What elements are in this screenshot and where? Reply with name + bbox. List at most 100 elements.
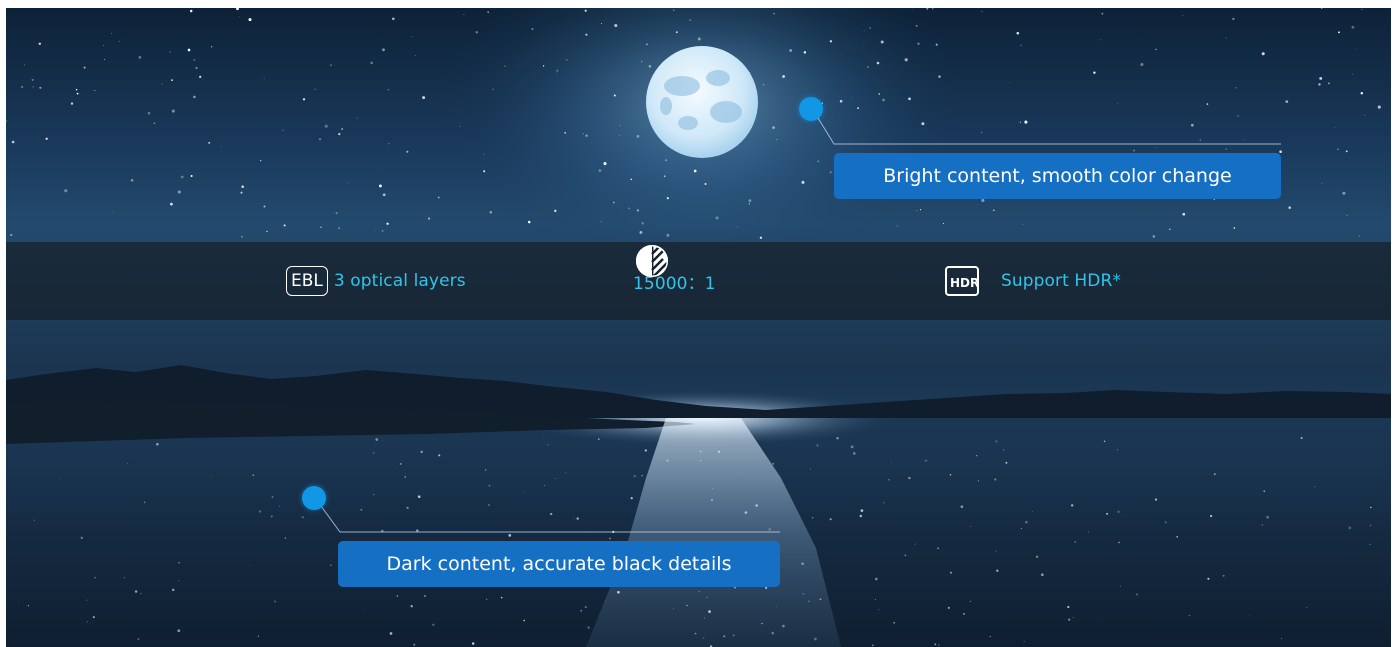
sparkle [914,543,916,545]
sparkle [140,592,142,595]
star [94,89,96,92]
sparkle [699,459,702,462]
sparkle [1369,524,1372,527]
sparkle [360,508,363,511]
sparkle [27,605,29,607]
sparkle [960,505,964,509]
sparkle [1222,574,1225,577]
sparkle [1116,449,1118,451]
sparkle [776,606,778,607]
star [195,66,198,70]
star [619,125,621,126]
star [75,88,78,91]
star [489,210,493,214]
star [31,78,34,81]
star [863,40,865,42]
star [565,58,568,61]
sparkle [883,502,885,504]
star [636,209,639,212]
star [1352,73,1354,75]
star [829,40,833,43]
star [981,10,983,12]
star [193,95,196,99]
star [112,211,114,213]
star [556,73,557,75]
star [427,217,431,220]
star [302,98,306,101]
star [614,23,618,28]
sparkle [1263,490,1266,493]
star [554,209,557,213]
sparkle [924,459,928,462]
sparkle [524,492,526,494]
star [1233,227,1236,229]
star [1021,223,1023,225]
sparkle [712,487,714,489]
star [413,239,415,241]
sparkle [329,564,332,567]
star [318,138,322,141]
sparkle [641,475,643,477]
sparkle [488,484,491,487]
star [636,134,640,138]
sparkle [580,609,583,612]
sparkle [699,450,702,453]
star [1140,62,1144,67]
feature-ebl: EBL 3 optical layers [286,242,466,320]
sparkle [417,495,421,499]
star [324,124,328,128]
sparkle [703,637,705,639]
sparkle [554,478,556,479]
sparkle [836,437,839,440]
sparkle [373,452,375,454]
star [857,107,859,109]
star [6,120,8,122]
sparkle [963,613,965,615]
sparkle [768,527,772,531]
star [675,31,678,34]
star [556,69,559,72]
contrast-icon [635,244,669,278]
sparkle [210,476,212,477]
sparkle [396,595,399,597]
star [260,160,262,162]
sparkle [969,600,972,603]
star [381,230,384,232]
star [1237,115,1239,117]
sparkle [812,517,814,519]
star [370,61,373,65]
sparkle [565,472,567,474]
star [483,153,485,155]
sparkle [604,601,606,603]
star [630,178,632,181]
sparkle [782,624,785,628]
sparkle [989,635,991,638]
star [880,40,884,44]
sparkle [587,626,590,629]
sparkle [1213,473,1216,476]
sparkle [59,477,61,479]
sparkle [438,454,441,457]
star [314,88,316,90]
star [1190,123,1194,127]
star [863,30,865,32]
sparkle [543,439,545,440]
sparkle [995,440,998,443]
sparkle [1266,515,1270,519]
sparkle [432,623,435,626]
sparkle [85,599,88,601]
sparkle [630,496,633,500]
star [628,207,630,210]
star [542,65,545,67]
sparkle [819,598,822,601]
sparkle [772,462,775,465]
star [1261,52,1265,56]
sparkle [1005,461,1008,464]
sparkle [1094,509,1096,511]
sparkle [1207,577,1210,580]
sparkle [487,504,490,507]
sparkle [1306,606,1308,608]
sparkle [1164,521,1167,524]
star [1101,12,1104,15]
star [282,129,284,132]
